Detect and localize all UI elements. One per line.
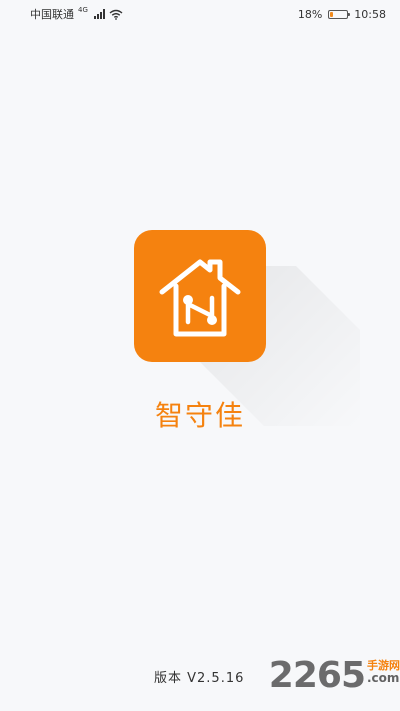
- version-label: 版本 V2.5.16: [154, 671, 245, 686]
- watermark-side-bottom: .com: [367, 671, 400, 685]
- status-bar: 中国联通 4G 18% 10:58: [0, 0, 400, 28]
- network-type-label: 4G: [78, 6, 88, 14]
- app-logo: [134, 230, 360, 426]
- app-name: 智守佳: [154, 399, 245, 432]
- carrier-label: 中国联通: [30, 8, 74, 21]
- battery-percent: 18%: [297, 7, 323, 21]
- watermark-number: 2265: [268, 655, 366, 696]
- status-left: 中国联通 4G: [30, 6, 123, 22]
- watermark-side: 手游网 .com: [367, 660, 400, 685]
- clock: 10:58: [354, 7, 386, 21]
- home-network-icon: [134, 230, 266, 362]
- battery-fill: [330, 11, 334, 17]
- signal-icon: [93, 9, 105, 19]
- battery-icon: [328, 9, 351, 19]
- site-watermark: 2265 手游网 .com: [269, 654, 400, 704]
- status-right: 18% 10:58: [298, 8, 386, 21]
- wifi-icon: [109, 9, 123, 20]
